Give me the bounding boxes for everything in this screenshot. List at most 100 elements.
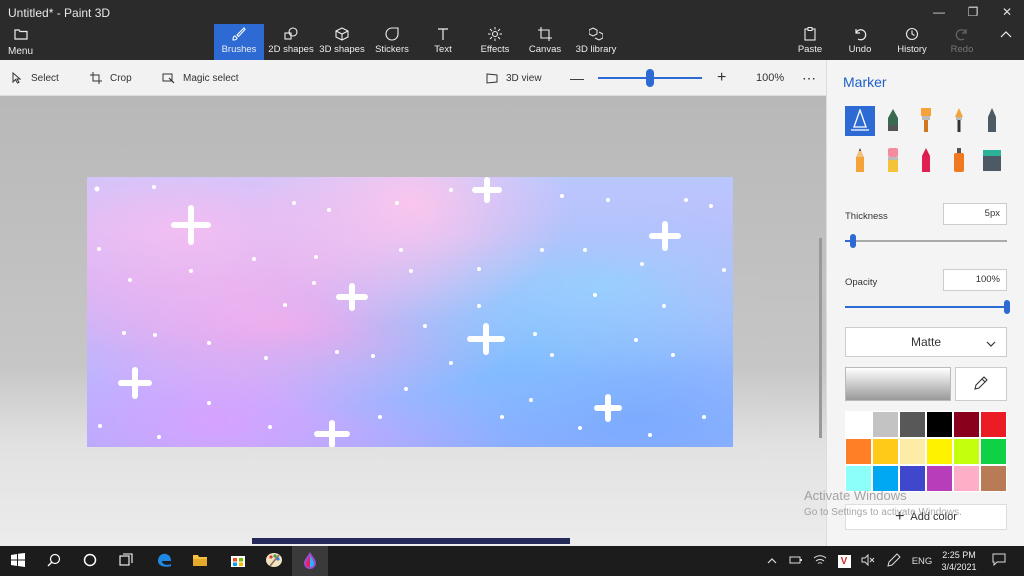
store-button[interactable]	[220, 546, 256, 576]
color-swatch[interactable]	[926, 411, 953, 438]
input-language[interactable]: ENG	[910, 546, 934, 576]
tab-label: Text	[434, 44, 452, 55]
brush-spray-can[interactable]	[944, 146, 974, 176]
history-label: History	[897, 44, 927, 55]
action-center-button[interactable]	[988, 546, 1010, 576]
canvas-artwork[interactable]	[87, 177, 733, 447]
crop-tool[interactable]: Crop	[90, 60, 132, 96]
history-button[interactable]: History	[894, 24, 930, 60]
color-swatch[interactable]	[926, 438, 953, 465]
redo-label: Redo	[950, 44, 974, 55]
color-swatch[interactable]	[899, 411, 926, 438]
paint-3d-button[interactable]	[292, 546, 328, 576]
color-swatch[interactable]	[980, 438, 1007, 465]
tab-3d-library[interactable]: 3D library	[572, 24, 620, 60]
color-swatch[interactable]	[953, 411, 980, 438]
show-hidden-icons-button[interactable]	[764, 546, 780, 576]
battery-tray[interactable]	[786, 546, 806, 576]
finish-dropdown[interactable]: Matte	[845, 327, 1007, 357]
file-explorer-button[interactable]	[182, 546, 218, 576]
tab-stickers[interactable]: Stickers	[370, 24, 414, 60]
brush-crayon[interactable]	[911, 146, 941, 176]
opacity-input[interactable]: 100%	[943, 269, 1007, 291]
tab-3d-shapes[interactable]: 3D shapes	[318, 24, 366, 60]
chevron-up-icon	[767, 556, 777, 567]
wifi-icon	[813, 554, 827, 569]
wifi-tray[interactable]	[810, 546, 830, 576]
pen-tray[interactable]	[884, 546, 904, 576]
color-swatch[interactable]	[980, 465, 1007, 492]
paint-button[interactable]	[256, 546, 292, 576]
search-icon	[47, 553, 61, 570]
tab-text[interactable]: Text	[422, 24, 464, 60]
edge-button[interactable]	[146, 546, 182, 576]
vertical-scrollbar[interactable]	[819, 238, 822, 438]
opacity-slider-fill	[845, 306, 1007, 308]
opacity-slider[interactable]	[845, 300, 1010, 314]
thickness-input[interactable]: 5px	[943, 203, 1007, 225]
clock[interactable]: 2:25 PM 3/4/2021	[936, 549, 982, 573]
tab-2d-shapes[interactable]: 2D shapes	[266, 24, 316, 60]
brush-marker[interactable]	[845, 106, 875, 136]
brush-watercolor[interactable]	[944, 106, 974, 136]
color-swatch[interactable]	[872, 438, 899, 465]
zoom-slider-thumb[interactable]	[646, 69, 654, 87]
color-swatch[interactable]	[899, 438, 926, 465]
zoom-out-button[interactable]: —	[570, 60, 584, 96]
restore-button[interactable]: ❐	[956, 0, 990, 24]
zoom-slider[interactable]	[598, 69, 702, 87]
brush-calligraphy-pen[interactable]	[878, 106, 908, 136]
folder-icon	[13, 28, 28, 43]
zoom-in-button[interactable]: +	[717, 60, 726, 96]
horizontal-scrollbar[interactable]	[252, 538, 570, 544]
zoom-level[interactable]: 100%	[756, 60, 784, 96]
app-tray-item[interactable]: V	[834, 546, 854, 576]
volume-tray[interactable]	[858, 546, 878, 576]
3d-view-toggle[interactable]: 3D view	[486, 60, 542, 96]
cortana-button[interactable]	[72, 546, 108, 576]
redo-button[interactable]: Redo	[946, 24, 978, 60]
color-swatch[interactable]	[926, 465, 953, 492]
color-swatch[interactable]	[953, 465, 980, 492]
undo-button[interactable]: Undo	[844, 24, 876, 60]
color-swatch[interactable]	[980, 411, 1007, 438]
panel-title: Marker	[843, 74, 887, 90]
color-swatch[interactable]	[953, 438, 980, 465]
color-swatch[interactable]	[872, 411, 899, 438]
paste-button[interactable]: Paste	[794, 24, 826, 60]
sparkle-cross	[467, 323, 505, 355]
tab-effects[interactable]: Effects	[474, 24, 516, 60]
close-button[interactable]: ✕	[990, 0, 1024, 24]
thickness-slider-thumb[interactable]	[850, 234, 856, 248]
brush-oil[interactable]	[911, 106, 941, 136]
magic-select-tool[interactable]: Magic select	[162, 60, 239, 96]
sparkle-layer	[94, 177, 726, 447]
search-button[interactable]	[36, 546, 72, 576]
v-app-icon: V	[837, 554, 851, 568]
tab-brushes[interactable]: Brushes	[214, 24, 264, 60]
menu-label: Menu	[8, 46, 34, 57]
menu-button[interactable]: Menu	[8, 28, 33, 57]
color-swatch[interactable]	[845, 438, 872, 465]
brush-fill[interactable]	[977, 146, 1007, 176]
brush-pixel-pen[interactable]	[977, 106, 1007, 136]
select-tool[interactable]: Select	[12, 60, 59, 96]
tab-canvas[interactable]: Canvas	[524, 24, 566, 60]
eyedropper-button[interactable]	[955, 367, 1007, 401]
crop-icon	[90, 72, 102, 84]
opacity-slider-thumb[interactable]	[1004, 300, 1010, 314]
notification-icon	[992, 553, 1006, 569]
brush-eraser[interactable]	[878, 146, 908, 176]
start-button[interactable]	[0, 546, 36, 576]
eyedropper-icon	[974, 375, 988, 393]
current-color-preview[interactable]	[845, 367, 951, 401]
brush-pencil[interactable]	[845, 146, 875, 176]
thickness-slider[interactable]	[845, 234, 1007, 248]
minimize-button[interactable]: —	[922, 0, 956, 24]
workspace[interactable]	[0, 96, 826, 546]
task-view-button[interactable]	[108, 546, 144, 576]
color-swatch[interactable]	[845, 411, 872, 438]
paste-icon	[802, 27, 818, 41]
activation-watermark-title: Activate Windows	[804, 488, 907, 503]
more-options-button[interactable]: ⋯	[802, 60, 816, 96]
